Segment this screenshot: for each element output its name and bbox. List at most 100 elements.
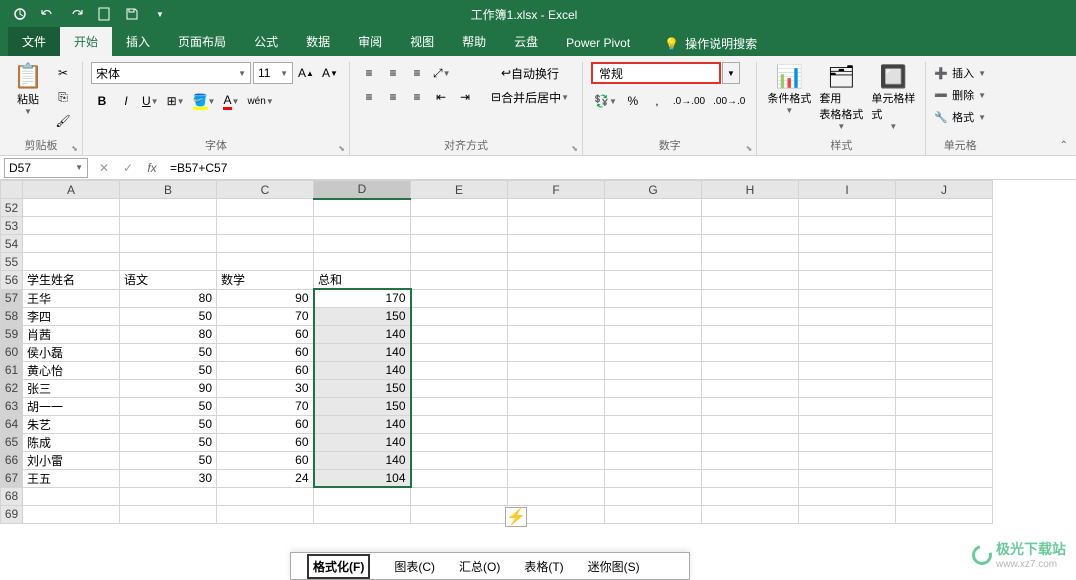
cell-H53[interactable] (702, 217, 799, 235)
cell-H54[interactable] (702, 235, 799, 253)
cell-C62[interactable]: 30 (217, 379, 314, 397)
cell-G55[interactable] (605, 253, 702, 271)
cell-B67[interactable]: 30 (120, 469, 217, 487)
cell-H61[interactable] (702, 361, 799, 379)
cell-D52[interactable] (314, 199, 411, 217)
cell-H60[interactable] (702, 343, 799, 361)
font-launcher[interactable]: ⬊ (338, 144, 345, 153)
tab-formulas[interactable]: 公式 (240, 27, 292, 56)
italic-button[interactable]: I (115, 90, 137, 112)
cell-C63[interactable]: 70 (217, 397, 314, 415)
cell-F67[interactable] (508, 469, 605, 487)
cell-C64[interactable]: 60 (217, 415, 314, 433)
cell-J55[interactable] (896, 253, 993, 271)
row-header-52[interactable]: 52 (1, 199, 23, 217)
cell-I59[interactable] (799, 325, 896, 343)
tab-insert[interactable]: 插入 (112, 27, 164, 56)
border-button[interactable]: ⊞▼ (164, 90, 188, 112)
cell-D64[interactable]: 140 (314, 415, 411, 433)
cell-F59[interactable] (508, 325, 605, 343)
cell-F58[interactable] (508, 307, 605, 325)
cell-I53[interactable] (799, 217, 896, 235)
cell-C52[interactable] (217, 199, 314, 217)
cell-I54[interactable] (799, 235, 896, 253)
row-header-55[interactable]: 55 (1, 253, 23, 271)
decrease-indent-button[interactable]: ⇤ (430, 86, 452, 108)
cell-A59[interactable]: 肖茜 (23, 325, 120, 343)
cell-E58[interactable] (411, 307, 508, 325)
cell-E63[interactable] (411, 397, 508, 415)
cell-C59[interactable]: 60 (217, 325, 314, 343)
cell-D54[interactable] (314, 235, 411, 253)
row-header-56[interactable]: 56 (1, 271, 23, 290)
format-cells-button[interactable]: 🔧格式 ▼ (934, 106, 986, 128)
cell-A65[interactable]: 陈成 (23, 433, 120, 451)
cell-B57[interactable]: 80 (120, 289, 217, 307)
tab-pagelayout[interactable]: 页面布局 (164, 27, 240, 56)
increase-indent-button[interactable]: ⇥ (454, 86, 476, 108)
cell-I65[interactable] (799, 433, 896, 451)
cell-C55[interactable] (217, 253, 314, 271)
cell-F61[interactable] (508, 361, 605, 379)
row-header-64[interactable]: 64 (1, 415, 23, 433)
cell-G61[interactable] (605, 361, 702, 379)
redo-button[interactable] (64, 4, 88, 24)
qa-totals-tab[interactable]: 汇总(O) (459, 558, 500, 575)
cell-H56[interactable] (702, 271, 799, 290)
row-header-66[interactable]: 66 (1, 451, 23, 469)
cell-E53[interactable] (411, 217, 508, 235)
column-header-A[interactable]: A (23, 181, 120, 199)
cell-C53[interactable] (217, 217, 314, 235)
cell-A67[interactable]: 王五 (23, 469, 120, 487)
cancel-formula-button[interactable]: ✕ (92, 158, 116, 178)
row-header-53[interactable]: 53 (1, 217, 23, 235)
cell-A56[interactable]: 学生姓名 (23, 271, 120, 290)
cell-H57[interactable] (702, 289, 799, 307)
cell-B65[interactable]: 50 (120, 433, 217, 451)
cell-J67[interactable] (896, 469, 993, 487)
cell-I52[interactable] (799, 199, 896, 217)
confirm-formula-button[interactable]: ✓ (116, 158, 140, 178)
cell-D63[interactable]: 150 (314, 397, 411, 415)
cell-E65[interactable] (411, 433, 508, 451)
cut-button[interactable]: ✂ (52, 62, 74, 84)
cell-A68[interactable] (23, 487, 120, 505)
column-header-G[interactable]: G (605, 181, 702, 199)
decrease-font-button[interactable]: A▼ (319, 62, 341, 84)
cell-F64[interactable] (508, 415, 605, 433)
cell-J64[interactable] (896, 415, 993, 433)
cell-D55[interactable] (314, 253, 411, 271)
tell-me-search[interactable]: 💡 操作说明搜索 (664, 35, 757, 56)
cell-C67[interactable]: 24 (217, 469, 314, 487)
number-launcher[interactable]: ⬊ (746, 144, 753, 153)
comma-format-button[interactable]: , (646, 90, 668, 112)
row-header-65[interactable]: 65 (1, 433, 23, 451)
cell-I57[interactable] (799, 289, 896, 307)
cell-E60[interactable] (411, 343, 508, 361)
collapse-ribbon-button[interactable]: ⌃ (1060, 140, 1068, 151)
cell-B54[interactable] (120, 235, 217, 253)
cell-J58[interactable] (896, 307, 993, 325)
clipboard-launcher[interactable]: ⬊ (71, 144, 78, 153)
cell-I62[interactable] (799, 379, 896, 397)
cell-G69[interactable] (605, 505, 702, 523)
number-format-dropdown[interactable]: 常规 (591, 62, 721, 84)
fill-color-button[interactable]: 🪣▼ (190, 90, 219, 112)
align-middle-button[interactable]: ≡ (382, 62, 404, 84)
cell-C65[interactable]: 60 (217, 433, 314, 451)
column-header-F[interactable]: F (508, 181, 605, 199)
column-header-I[interactable]: I (799, 181, 896, 199)
format-painter-button[interactable]: 🖌 (52, 110, 74, 132)
cell-A66[interactable]: 刘小雷 (23, 451, 120, 469)
row-header-69[interactable]: 69 (1, 505, 23, 523)
cell-B68[interactable] (120, 487, 217, 505)
cell-B69[interactable] (120, 505, 217, 523)
cell-I64[interactable] (799, 415, 896, 433)
column-header-E[interactable]: E (411, 181, 508, 199)
cell-J57[interactable] (896, 289, 993, 307)
cell-F62[interactable] (508, 379, 605, 397)
delete-cells-button[interactable]: ➖删除 ▼ (934, 84, 986, 106)
cell-D66[interactable]: 140 (314, 451, 411, 469)
cell-F55[interactable] (508, 253, 605, 271)
conditional-format-button[interactable]: 📊条件格式▼ (765, 62, 813, 117)
